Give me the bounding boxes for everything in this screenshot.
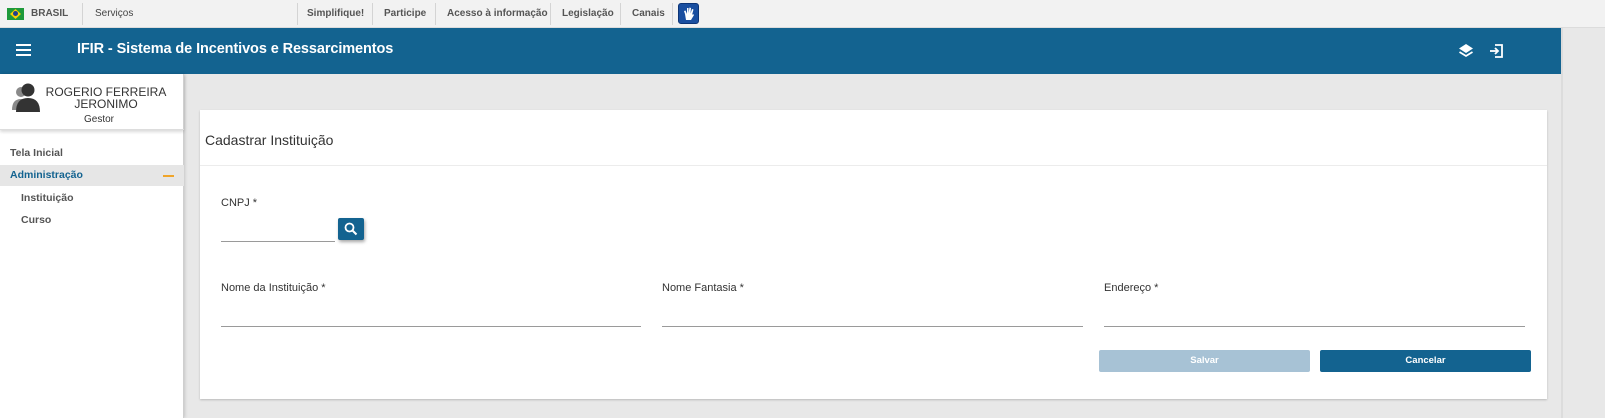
brazil-flag-icon — [7, 8, 24, 20]
page-title: Cadastrar Instituição — [205, 132, 334, 148]
participe-link[interactable]: Participe — [384, 0, 426, 28]
user-name: ROGERIO FERREIRA JERONIMO — [45, 85, 167, 111]
servicos-link[interactable]: Serviços — [95, 0, 133, 28]
nome-instituicao-label: Nome da Instituição * — [221, 282, 326, 294]
sidebar: ROGERIO FERREIRA JERONIMO Gestor Tela In… — [0, 74, 184, 418]
sidebar-item-tela-inicial[interactable]: Tela Inicial — [0, 143, 184, 164]
logout-icon[interactable] — [1488, 42, 1506, 60]
user-card: ROGERIO FERREIRA JERONIMO Gestor — [0, 74, 184, 130]
sidebar-item-label: Instituição — [21, 192, 74, 204]
cancel-button[interactable]: Cancelar — [1320, 350, 1531, 372]
endereco-label: Endereço * — [1104, 282, 1159, 294]
menu-icon[interactable] — [16, 44, 31, 56]
collapse-icon[interactable] — [163, 175, 174, 177]
cnpj-label: CNPJ * — [221, 197, 258, 209]
layers-icon[interactable] — [1457, 42, 1475, 60]
legislacao-link[interactable]: Legislação — [562, 0, 614, 28]
acesso-informacao-link[interactable]: Acesso à informação — [447, 0, 548, 28]
form-card: Cadastrar Instituição CNPJ * Nome da Ins… — [200, 110, 1547, 399]
canais-link[interactable]: Canais — [632, 0, 665, 28]
search-icon — [344, 222, 358, 236]
save-button[interactable]: Salvar — [1099, 350, 1310, 372]
scrollbar-edge — [1561, 28, 1563, 418]
divider — [200, 165, 1547, 166]
sidebar-item-administracao[interactable]: Administração — [0, 165, 184, 186]
nome-instituicao-input[interactable] — [221, 307, 641, 327]
vlibras-accessibility-icon[interactable] — [678, 3, 699, 24]
sidebar-item-label: Administração — [10, 169, 83, 181]
nome-fantasia-input[interactable] — [662, 307, 1083, 327]
app-title: IFIR - Sistema de Incentivos e Ressarcim… — [77, 41, 394, 57]
brasil-link[interactable]: BRASIL — [31, 0, 68, 28]
app-header: IFIR - Sistema de Incentivos e Ressarcim… — [0, 28, 1605, 74]
sidebar-item-curso[interactable]: Curso — [0, 210, 184, 231]
cnpj-input[interactable] — [221, 222, 335, 242]
user-group-icon — [10, 82, 46, 114]
endereco-input[interactable] — [1104, 307, 1525, 327]
nome-fantasia-label: Nome Fantasia * — [662, 282, 744, 294]
simplifique-link[interactable]: Simplifique! — [307, 0, 364, 28]
sidebar-item-label: Tela Inicial — [10, 147, 63, 159]
sidebar-item-instituicao[interactable]: Instituição — [0, 188, 184, 209]
gov-bar: BRASIL Serviços Simplifique! Participe A… — [0, 0, 1605, 28]
search-cnpj-button[interactable] — [338, 218, 364, 240]
sidebar-item-label: Curso — [21, 214, 52, 226]
user-role: Gestor — [83, 114, 114, 125]
